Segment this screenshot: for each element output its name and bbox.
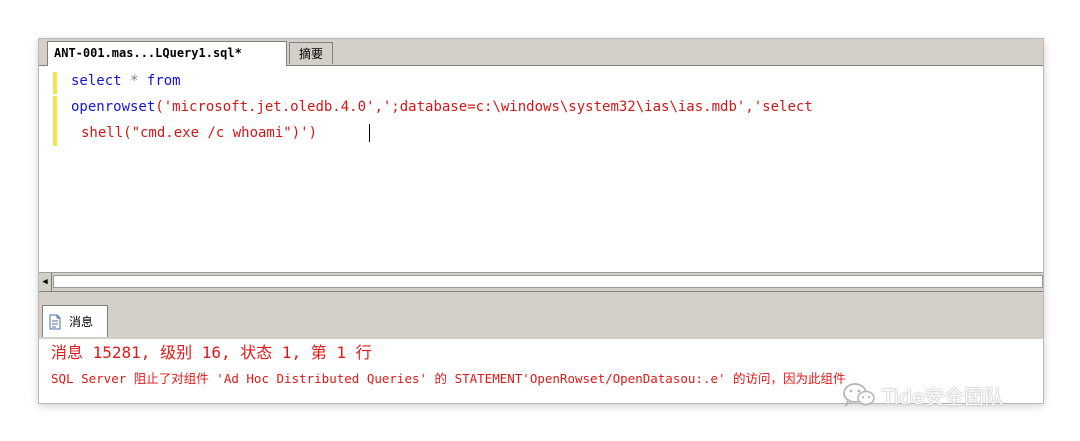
code-line-1: select * from [71, 70, 181, 92]
results-tab-strip: 消息 [39, 299, 1043, 339]
change-marker [53, 96, 57, 146]
tab-query-file[interactable]: ANT-001.mas...LQuery1.sql* [47, 41, 287, 66]
scroll-thumb[interactable] [53, 275, 1043, 288]
horizontal-scrollbar[interactable]: ◀ [39, 272, 1043, 291]
watermark: Tide安全团队 [842, 380, 1004, 410]
code-line-3: shell("cmd.exe /c whoami")') [81, 122, 317, 144]
function-openrowset: openrowset [71, 99, 156, 115]
tab-summary[interactable]: 摘要 [289, 42, 333, 64]
editor-tab-strip: ANT-001.mas...LQuery1.sql* 摘要 [39, 39, 1043, 66]
error-message: SQL Server 阻止了对组件 'Ad Hoc Distributed Qu… [51, 371, 846, 386]
sql-editor[interactable]: select * from openrowset('microsoft.jet.… [39, 66, 1043, 272]
shell-command: shell("cmd.exe /c whoami")') [81, 125, 318, 141]
ssms-query-window: ANT-001.mas...LQuery1.sql* 摘要 select * f… [38, 38, 1044, 404]
messages-icon [49, 314, 61, 330]
tab-messages[interactable]: 消息 [42, 305, 108, 337]
watermark-text: Tide安全团队 [882, 384, 1005, 409]
error-header: 消息 15281, 级别 16, 状态 1, 第 1 行 [51, 343, 372, 362]
text-caret [369, 124, 370, 142]
wechat-icon [843, 383, 875, 408]
scroll-left-icon[interactable]: ◀ [39, 273, 52, 291]
keyword-select: select [71, 73, 122, 89]
code-line-2: openrowset('microsoft.jet.oledb.4.0',';d… [71, 96, 813, 118]
change-marker [53, 72, 57, 94]
keyword-from: from [146, 73, 181, 89]
operator-star: * [130, 73, 139, 89]
openrowset-args: ('microsoft.jet.oledb.4.0',';database=c:… [155, 99, 813, 115]
messages-tab-label: 消息 [69, 315, 94, 329]
